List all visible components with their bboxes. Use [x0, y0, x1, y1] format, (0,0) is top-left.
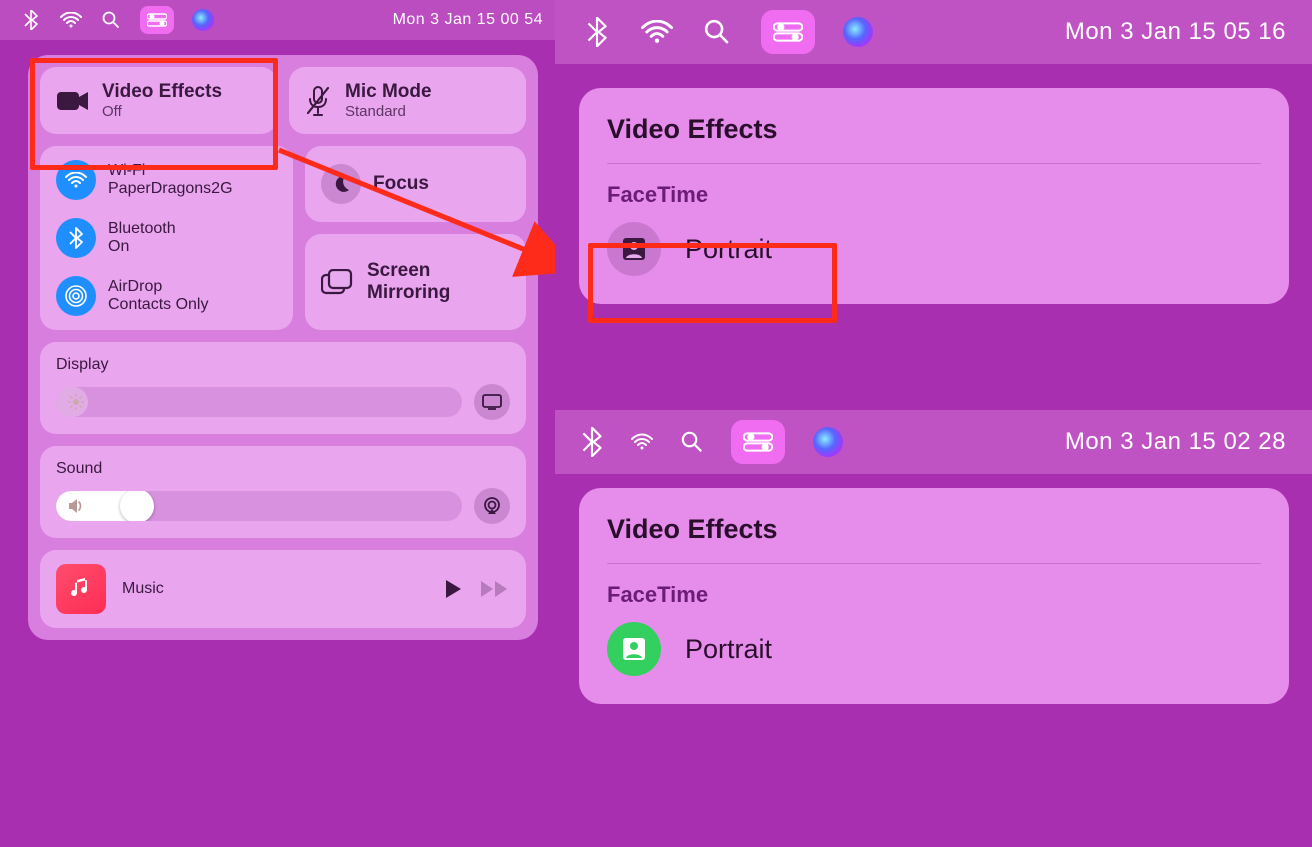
- portrait-icon: [607, 222, 661, 276]
- divider: [607, 163, 1261, 164]
- forward-button[interactable]: [480, 579, 510, 599]
- music-app-icon: [56, 564, 106, 614]
- siri-icon[interactable]: [843, 17, 873, 47]
- wifi-icon[interactable]: [60, 9, 82, 31]
- screen-mirroring-label: Screen: [367, 260, 450, 282]
- music-tile[interactable]: Music: [40, 550, 526, 628]
- menu-bar-clock[interactable]: Mon 3 Jan 15 00 54: [393, 11, 543, 29]
- video-effects-screenshots: Mon 3 Jan 15 05 16 Video Effects FaceTim…: [555, 0, 1312, 847]
- focus-tile[interactable]: Focus: [305, 146, 526, 222]
- bluetooth-icon[interactable]: [581, 431, 603, 453]
- tile-sub: Standard: [345, 103, 432, 120]
- bluetooth-label: Bluetooth: [108, 220, 176, 238]
- panel-title: Video Effects: [607, 514, 1261, 545]
- portrait-icon: [607, 622, 661, 676]
- tile-title: Video Effects: [102, 81, 222, 103]
- mic-muted-icon: [305, 86, 333, 116]
- bluetooth-button[interactable]: Bluetooth On: [56, 218, 277, 258]
- bluetooth-icon[interactable]: [581, 16, 613, 48]
- panel-app-label: FaceTime: [607, 582, 1261, 608]
- airdrop-status: Contacts Only: [108, 296, 208, 314]
- wifi-icon[interactable]: [631, 431, 653, 453]
- video-effects-panel: Video Effects FaceTime Portrait: [579, 488, 1289, 704]
- brightness-icon: [68, 394, 84, 410]
- control-center-panel: Video Effects Off Mic Mode Standard: [28, 55, 538, 640]
- speaker-icon: [68, 498, 86, 514]
- screen-mirroring-label2: Mirroring: [367, 282, 450, 304]
- panel-app-label: FaceTime: [607, 182, 1261, 208]
- wifi-icon[interactable]: [641, 16, 673, 48]
- divider: [607, 563, 1261, 564]
- screen-mirroring-tile[interactable]: Screen Mirroring: [305, 234, 526, 330]
- portrait-label: Portrait: [685, 634, 772, 665]
- siri-icon[interactable]: [813, 427, 843, 457]
- siri-icon[interactable]: [192, 9, 214, 31]
- bluetooth-icon[interactable]: [20, 9, 42, 31]
- control-center-icon[interactable]: [761, 10, 815, 54]
- sound-tile: Sound: [40, 446, 526, 538]
- control-center-icon[interactable]: [731, 420, 785, 464]
- mic-mode-tile[interactable]: Mic Mode Standard: [289, 67, 526, 134]
- moon-icon: [321, 164, 361, 204]
- search-icon[interactable]: [681, 431, 703, 453]
- airplay-audio-button[interactable]: [474, 488, 510, 524]
- music-label: Music: [122, 580, 426, 598]
- airdrop-button[interactable]: AirDrop Contacts Only: [56, 276, 277, 316]
- menu-bar: Mon 3 Jan 15 02 28: [555, 410, 1312, 474]
- menu-bar: Mon 3 Jan 15 05 16: [555, 0, 1312, 64]
- menu-bar: Mon 3 Jan 15 00 54: [0, 0, 555, 40]
- tile-title: Mic Mode: [345, 81, 432, 103]
- video-effects-panel: Video Effects FaceTime Portrait: [579, 88, 1289, 304]
- portrait-toggle[interactable]: Portrait: [607, 622, 1261, 676]
- menu-bar-clock[interactable]: Mon 3 Jan 15 02 28: [1065, 428, 1286, 456]
- tile-sub: Off: [102, 103, 222, 120]
- connectivity-tile: Wi-Fi PaperDragons2G Bluetooth On: [40, 146, 293, 330]
- display-label: Display: [56, 356, 108, 373]
- control-center-icon[interactable]: [140, 6, 174, 34]
- display-tile: Display: [40, 342, 526, 434]
- bluetooth-status: On: [108, 238, 176, 256]
- screen-mirroring-icon: [321, 269, 355, 295]
- search-icon[interactable]: [100, 9, 122, 31]
- wifi-button[interactable]: Wi-Fi PaperDragons2G: [56, 160, 277, 200]
- portrait-toggle[interactable]: Portrait: [607, 222, 1261, 276]
- menu-bar-clock[interactable]: Mon 3 Jan 15 05 16: [1065, 18, 1286, 46]
- control-center-screenshot: Mon 3 Jan 15 00 54 Video Effects Off Mic…: [0, 0, 555, 847]
- video-icon: [56, 88, 90, 114]
- volume-slider[interactable]: [56, 491, 462, 521]
- wifi-icon: [56, 160, 96, 200]
- video-effects-tile[interactable]: Video Effects Off: [40, 67, 277, 134]
- bluetooth-icon: [56, 218, 96, 258]
- airdrop-label: AirDrop: [108, 278, 208, 296]
- sound-label: Sound: [56, 460, 102, 477]
- focus-label: Focus: [373, 173, 429, 195]
- airdrop-icon: [56, 276, 96, 316]
- display-options-button[interactable]: [474, 384, 510, 420]
- brightness-slider[interactable]: [56, 387, 462, 417]
- play-button[interactable]: [442, 578, 464, 600]
- panel-title: Video Effects: [607, 114, 1261, 145]
- wifi-network: PaperDragons2G: [108, 180, 233, 198]
- portrait-label: Portrait: [685, 234, 772, 265]
- wifi-label: Wi-Fi: [108, 162, 233, 180]
- search-icon[interactable]: [701, 16, 733, 48]
